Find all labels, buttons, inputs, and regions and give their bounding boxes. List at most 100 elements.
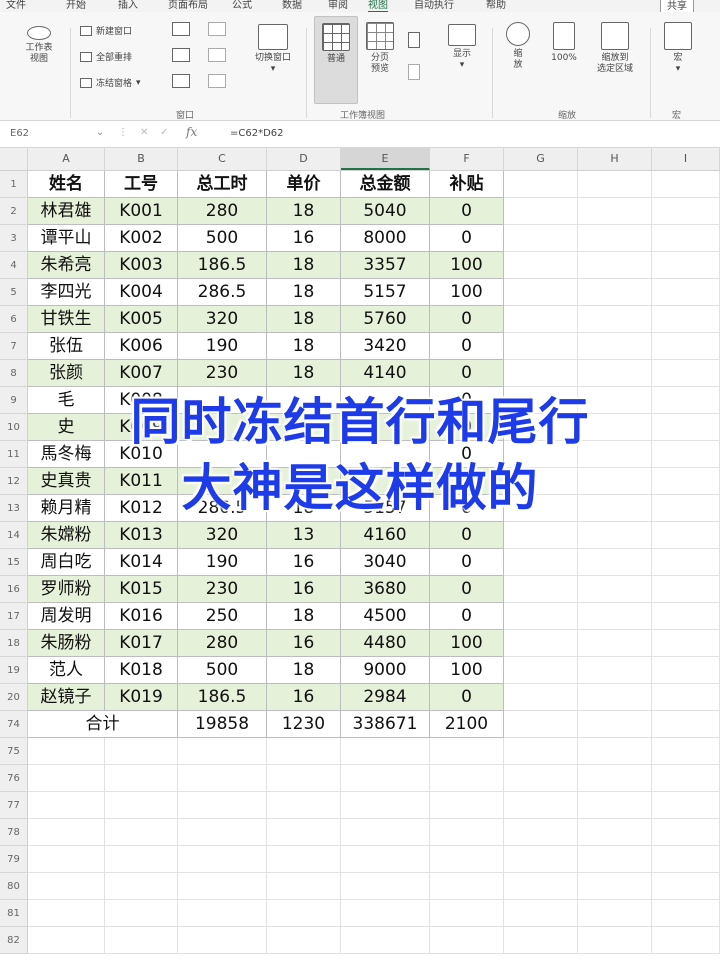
table-cell[interactable]: 朱肠粉 <box>28 630 105 657</box>
table-cell[interactable]: 18 <box>267 279 341 306</box>
row-header[interactable]: 74 <box>0 711 28 738</box>
column-header-d[interactable]: D <box>267 148 341 170</box>
table-cell[interactable]: 0 <box>430 198 504 225</box>
table-cell[interactable]: 5157 <box>341 279 430 306</box>
table-cell[interactable]: 总金额 <box>341 171 430 198</box>
table-cell[interactable]: 190 <box>178 549 267 576</box>
table-cell[interactable]: 罗师粉 <box>28 576 105 603</box>
macros-button[interactable]: 宏 ▾ <box>660 22 696 75</box>
tab-review[interactable]: 审阅 <box>328 0 348 11</box>
table-cell[interactable]: 320 <box>178 522 267 549</box>
table-cell[interactable]: 0 <box>430 306 504 333</box>
check-icon[interactable]: ✓ <box>160 127 168 138</box>
table-cell[interactable]: 5040 <box>341 198 430 225</box>
table-cell[interactable]: 16 <box>267 630 341 657</box>
table-cell[interactable]: 赵镜子 <box>28 684 105 711</box>
table-cell[interactable]: 0 <box>430 603 504 630</box>
tab-file[interactable]: 文件 <box>6 0 26 11</box>
tab-page-layout[interactable]: 页面布局 <box>168 0 208 11</box>
row-header[interactable]: 14 <box>0 522 28 549</box>
row-header[interactable]: 81 <box>0 900 28 927</box>
table-cell[interactable]: 100 <box>430 252 504 279</box>
table-cell[interactable]: 林君雄 <box>28 198 105 225</box>
table-cell[interactable]: 4480 <box>341 630 430 657</box>
row-header[interactable]: 3 <box>0 225 28 252</box>
table-cell[interactable]: 100 <box>430 279 504 306</box>
arrange-all-button[interactable]: 全部重排 <box>80 50 132 63</box>
table-cell[interactable]: 1230 <box>267 711 341 738</box>
table-cell[interactable]: 总工时 <box>178 171 267 198</box>
table-cell[interactable]: K004 <box>105 279 178 306</box>
table-cell[interactable]: 5760 <box>341 306 430 333</box>
table-cell[interactable]: 甘铁生 <box>28 306 105 333</box>
custom-views-button[interactable] <box>408 64 424 80</box>
table-cell[interactable]: 18 <box>267 657 341 684</box>
table-cell[interactable]: 500 <box>178 225 267 252</box>
row-header[interactable]: 16 <box>0 576 28 603</box>
row-header[interactable]: 20 <box>0 684 28 711</box>
table-cell[interactable]: 0 <box>430 684 504 711</box>
column-header-a[interactable]: A <box>28 148 105 170</box>
table-cell[interactable]: 周白吃 <box>28 549 105 576</box>
row-header[interactable]: 5 <box>0 279 28 306</box>
insert-function-icon[interactable]: fx <box>186 125 197 139</box>
table-cell[interactable]: 工号 <box>105 171 178 198</box>
tab-home[interactable]: 开始 <box>66 0 86 11</box>
table-cell[interactable]: 补贴 <box>430 171 504 198</box>
table-cell[interactable]: K018 <box>105 657 178 684</box>
row-header[interactable]: 6 <box>0 306 28 333</box>
table-cell[interactable]: 18 <box>267 252 341 279</box>
table-cell[interactable]: 230 <box>178 576 267 603</box>
table-cell[interactable]: K016 <box>105 603 178 630</box>
table-cell[interactable]: 338671 <box>341 711 430 738</box>
page-layout-view-button[interactable] <box>408 32 424 48</box>
table-cell[interactable]: 3357 <box>341 252 430 279</box>
table-cell[interactable]: 186.5 <box>178 252 267 279</box>
table-cell[interactable]: K001 <box>105 198 178 225</box>
chevron-down-icon[interactable]: ⌄ <box>96 127 104 138</box>
column-header-h[interactable]: H <box>578 148 652 170</box>
table-cell[interactable]: 0 <box>430 225 504 252</box>
page-break-preview-button[interactable]: 分页 预览 <box>360 22 400 75</box>
row-header[interactable]: 2 <box>0 198 28 225</box>
table-cell[interactable]: 合计 <box>28 711 178 738</box>
table-cell[interactable]: 姓名 <box>28 171 105 198</box>
table-cell[interactable]: K019 <box>105 684 178 711</box>
spreadsheet-grid[interactable]: ABCDEFGHI 1 姓名 工号 总工时 单价 总金额 补贴 2 林君雄 K001 280 18 50… <box>0 148 720 960</box>
table-cell[interactable]: 100 <box>430 630 504 657</box>
table-cell[interactable]: 18 <box>267 333 341 360</box>
column-header-f[interactable]: F <box>430 148 504 170</box>
table-cell[interactable]: 320 <box>178 306 267 333</box>
table-cell[interactable]: 4160 <box>341 522 430 549</box>
column-header-e[interactable]: E <box>341 148 430 170</box>
hide-button[interactable] <box>172 48 194 62</box>
row-header[interactable]: 1 <box>0 171 28 198</box>
row-header[interactable]: 17 <box>0 603 28 630</box>
table-cell[interactable]: K002 <box>105 225 178 252</box>
column-header-c[interactable]: C <box>178 148 267 170</box>
table-cell[interactable]: 190 <box>178 333 267 360</box>
column-header-b[interactable]: B <box>105 148 178 170</box>
row-header[interactable]: 79 <box>0 846 28 873</box>
table-cell[interactable]: 18 <box>267 306 341 333</box>
table-cell[interactable]: 3420 <box>341 333 430 360</box>
table-cell[interactable]: 16 <box>267 684 341 711</box>
column-header-g[interactable]: G <box>504 148 578 170</box>
table-cell[interactable]: 19858 <box>178 711 267 738</box>
switch-window-button[interactable]: 切换窗口 ▾ <box>246 24 300 75</box>
table-cell[interactable]: 280 <box>178 630 267 657</box>
row-header[interactable]: 19 <box>0 657 28 684</box>
row-header[interactable]: 77 <box>0 792 28 819</box>
table-cell[interactable]: K003 <box>105 252 178 279</box>
table-cell[interactable]: 4500 <box>341 603 430 630</box>
tab-help[interactable]: 帮助 <box>486 0 506 11</box>
table-cell[interactable]: 0 <box>430 522 504 549</box>
select-all-corner[interactable] <box>0 148 28 170</box>
row-header[interactable]: 15 <box>0 549 28 576</box>
table-cell[interactable]: K005 <box>105 306 178 333</box>
split-button[interactable] <box>172 22 194 36</box>
table-cell[interactable]: 8000 <box>341 225 430 252</box>
table-cell[interactable]: 18 <box>267 603 341 630</box>
table-cell[interactable]: 张伍 <box>28 333 105 360</box>
unhide-button[interactable] <box>172 74 194 88</box>
